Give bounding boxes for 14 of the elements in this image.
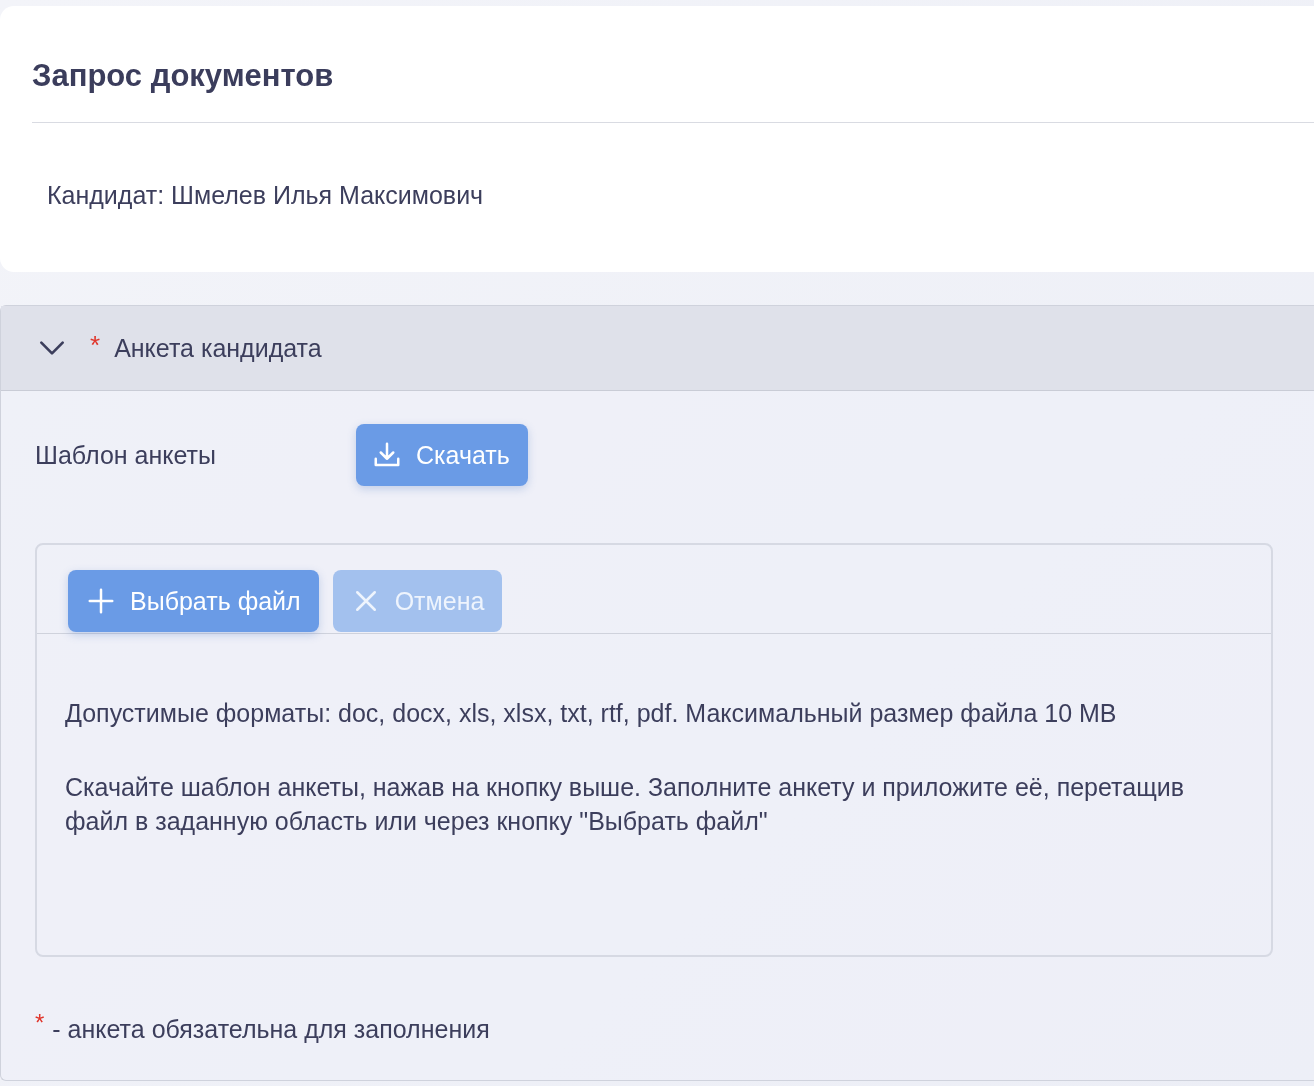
required-mark: * (35, 1009, 45, 1037)
footnote-text: - анкета обязательна для заполнения (52, 1015, 490, 1044)
page-title: Запрос документов (32, 57, 335, 95)
upload-area[interactable] (35, 543, 1273, 957)
download-button[interactable]: Скачать (356, 424, 528, 486)
upload-hint: Скачайте шаблон анкеты, нажав на кнопку выше. Заполните анкету и приложите её, перетащив файл в заданную область или через кнопку "Выбрать файл" (65, 772, 1185, 837)
accordion-header[interactable]: * Анкета кандидата (1, 306, 1314, 391)
plus-icon (86, 586, 116, 616)
required-mark: * (90, 330, 101, 361)
upload-hint: Допустимые форматы: doc, docx, xls, xlsx, txt, rtf, pdf. Максимальный размер файла 10 MB (65, 698, 1118, 729)
template-label: Шаблон анкеты (35, 440, 217, 470)
candidate-name: Кандидат: Шмелев Илья Максимович (46, 180, 485, 210)
section-title: Анкета кандидата (114, 333, 322, 363)
select-file-button[interactable]: Выбрать файл (68, 570, 319, 632)
